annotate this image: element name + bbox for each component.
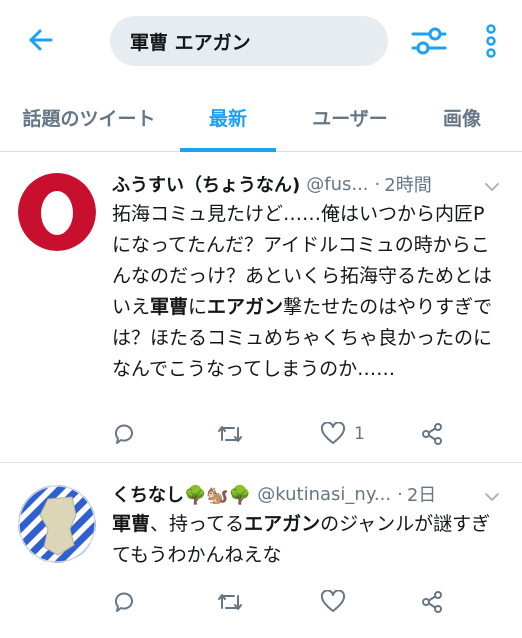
heart-icon	[320, 590, 346, 614]
tweet-actions	[112, 587, 472, 617]
tweet-text-segment: に	[188, 296, 208, 318]
search-tabs: 話題のツイート 最新 ユーザー 画像	[0, 82, 522, 152]
avatar[interactable]	[18, 485, 96, 563]
chevron-down-icon[interactable]	[484, 487, 500, 508]
user-handle: @kutinasi_ny...	[257, 483, 392, 505]
tweet-time: 2時間	[384, 175, 432, 196]
user-name[interactable]: くちなし🌳🐿️🌳	[112, 481, 251, 507]
retweet-icon[interactable]	[216, 419, 244, 449]
like-count: 1	[354, 424, 365, 444]
share-icon[interactable]	[420, 419, 444, 449]
filter-sliders-icon[interactable]	[410, 22, 448, 60]
highlighted-keyword: 軍曹	[112, 513, 151, 535]
heart-icon	[320, 422, 346, 446]
share-icon[interactable]	[420, 587, 444, 617]
tweet[interactable]: ふうすい（ちょうなん) @fus... · 2時間 拓海コミュ見たけど……俺はい…	[0, 153, 522, 463]
avatar[interactable]	[18, 173, 96, 251]
tweet-header: ふうすい（ちょうなん) @fus... · 2時間	[112, 169, 504, 199]
user-handle: @fus...	[306, 173, 369, 195]
like-button[interactable]: 1	[320, 419, 365, 449]
retweet-icon[interactable]	[216, 587, 244, 617]
tab-images[interactable]: 画像	[420, 82, 504, 152]
chevron-down-icon[interactable]	[484, 177, 500, 198]
separator-dot: ·	[397, 483, 403, 505]
tab-users[interactable]: ユーザー	[290, 82, 410, 152]
tweet[interactable]: くちなし🌳🐿️🌳 @kutinasi_ny... · 2日 軍曹、持ってるエアガ…	[0, 463, 522, 638]
user-name[interactable]: ふうすい（ちょうなん)	[112, 171, 300, 197]
tweet-text: 拓海コミュ見たけど……俺はいつから内匠Pになってたんだ？アイドルコミュの時からこ…	[112, 199, 497, 385]
tweet-actions: 1	[112, 419, 472, 449]
back-arrow-icon[interactable]	[22, 22, 58, 58]
tweet-text-segment: 、持ってる	[150, 513, 245, 535]
highlighted-keyword: エアガン	[207, 296, 284, 318]
top-bar: 軍曹 エアガン	[0, 0, 522, 82]
search-input[interactable]: 軍曹 エアガン	[110, 16, 388, 66]
separator-dot: ·	[374, 173, 381, 195]
reply-icon[interactable]	[112, 587, 136, 617]
reply-icon[interactable]	[112, 419, 136, 449]
active-tab-indicator	[180, 148, 276, 152]
highlighted-keyword: 軍曹	[150, 296, 189, 318]
tab-latest[interactable]: 最新	[180, 82, 276, 152]
highlighted-keyword: エアガン	[244, 513, 321, 535]
like-button[interactable]	[320, 587, 346, 617]
tweet-time: 2日	[406, 485, 437, 506]
tab-top[interactable]: 話題のツイート	[0, 82, 178, 152]
tweet-header: くちなし🌳🐿️🌳 @kutinasi_ny... · 2日	[112, 479, 504, 509]
tweet-text: 軍曹、持ってるエアガンのジャンルが謎すぎてもうわかんねえな	[112, 509, 497, 571]
more-vertical-icon[interactable]	[478, 22, 504, 60]
